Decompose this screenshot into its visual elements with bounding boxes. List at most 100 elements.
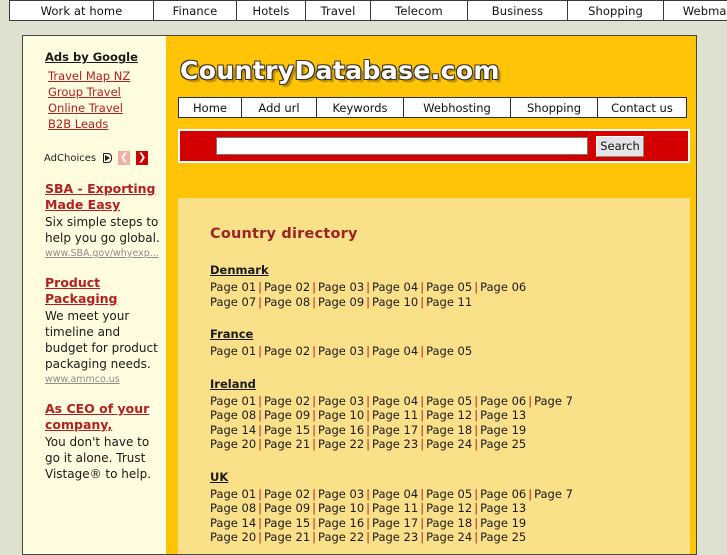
- page-link[interactable]: Page 15: [264, 516, 310, 530]
- page-link[interactable]: Page 12: [426, 408, 472, 422]
- page-link[interactable]: Page 21: [264, 437, 310, 451]
- page-link[interactable]: Page 02: [264, 344, 310, 358]
- page-link[interactable]: Page 13: [480, 408, 526, 422]
- page-link[interactable]: Page 13: [480, 501, 526, 515]
- nav-item-contact-us[interactable]: Contact us: [597, 97, 687, 118]
- site-logo[interactable]: CountryDatabase.com: [180, 56, 696, 85]
- page-link[interactable]: Page 25: [480, 437, 526, 451]
- category-tab-webmaster[interactable]: Webmaster: [663, 0, 727, 21]
- page-link[interactable]: Page 11: [372, 501, 418, 515]
- page-link[interactable]: Page 07: [210, 295, 256, 309]
- page-link[interactable]: Page 09: [318, 295, 364, 309]
- page-link[interactable]: Page 20: [210, 437, 256, 451]
- page-link[interactable]: Page 08: [264, 295, 310, 309]
- ad-link-3[interactable]: Online Travel: [48, 101, 160, 116]
- country-name-link[interactable]: Ireland: [210, 377, 256, 391]
- page-link[interactable]: Page 06: [480, 280, 526, 294]
- page-link[interactable]: Page 23: [372, 530, 418, 544]
- page-link[interactable]: Page 01: [210, 394, 256, 408]
- country-name-link[interactable]: UK: [210, 470, 228, 484]
- nav-item-webhosting[interactable]: Webhosting: [403, 97, 511, 118]
- adchoices-triangle-icon[interactable]: [103, 153, 113, 163]
- page-link[interactable]: Page 05: [426, 394, 472, 408]
- page-link[interactable]: Page 24: [426, 437, 472, 451]
- page-link[interactable]: Page 04: [372, 394, 418, 408]
- page-link[interactable]: Page 11: [372, 408, 418, 422]
- page-link[interactable]: Page 06: [480, 487, 526, 501]
- page-link[interactable]: Page 02: [264, 280, 310, 294]
- page-link[interactable]: Page 01: [210, 344, 256, 358]
- sidebar-ad-title[interactable]: SBA - Exporting Made Easy: [45, 181, 163, 213]
- page-link[interactable]: Page 06: [480, 394, 526, 408]
- page-link[interactable]: Page 18: [426, 423, 472, 437]
- sidebar-ad-url[interactable]: www.ammco.us: [45, 374, 163, 385]
- page-link[interactable]: Page 11: [426, 295, 472, 309]
- sidebar-ad-title[interactable]: As CEO of your company,: [45, 401, 163, 433]
- page-link[interactable]: Page 23: [372, 437, 418, 451]
- sidebar-ad-title[interactable]: Product Packaging: [45, 275, 163, 307]
- category-tab-travel[interactable]: Travel: [305, 0, 371, 21]
- page-link[interactable]: Page 02: [264, 487, 310, 501]
- page-link[interactable]: Page 03: [318, 280, 364, 294]
- country-name-link[interactable]: France: [210, 327, 253, 341]
- page-link[interactable]: Page 24: [426, 530, 472, 544]
- page-link[interactable]: Page 17: [372, 423, 418, 437]
- ad-link-4[interactable]: B2B Leads: [48, 117, 160, 132]
- page-link[interactable]: Page 22: [318, 530, 364, 544]
- page-link[interactable]: Page 19: [480, 423, 526, 437]
- page-link[interactable]: Page 05: [426, 344, 472, 358]
- page-link[interactable]: Page 7: [534, 394, 573, 408]
- category-tab-finance[interactable]: Finance: [153, 0, 237, 21]
- page-link[interactable]: Page 12: [426, 501, 472, 515]
- ad-next-button[interactable]: ❯: [136, 151, 149, 165]
- category-tab-business[interactable]: Business: [467, 0, 568, 21]
- category-tab-work-at-home[interactable]: Work at home: [9, 0, 154, 21]
- page-link[interactable]: Page 03: [318, 344, 364, 358]
- nav-item-keywords[interactable]: Keywords: [316, 97, 404, 118]
- page-link[interactable]: Page 14: [210, 516, 256, 530]
- ad-prev-button[interactable]: ❮: [118, 151, 131, 165]
- category-tab-telecom[interactable]: Telecom: [370, 0, 468, 21]
- page-link[interactable]: Page 03: [318, 394, 364, 408]
- ad-link-2[interactable]: Group Travel: [48, 85, 160, 100]
- page-link[interactable]: Page 10: [318, 408, 364, 422]
- page-link[interactable]: Page 10: [372, 295, 418, 309]
- page-link[interactable]: Page 04: [372, 487, 418, 501]
- country-name-link[interactable]: Denmark: [210, 263, 269, 277]
- page-link[interactable]: Page 7: [534, 487, 573, 501]
- category-tab-hotels[interactable]: Hotels: [236, 0, 306, 21]
- sidebar-ad-url[interactable]: www.SBA.gov/whyexp...: [45, 248, 163, 259]
- page-link[interactable]: Page 05: [426, 487, 472, 501]
- ads-by-google-label[interactable]: Ads by Google: [45, 50, 138, 64]
- page-link[interactable]: Page 04: [372, 280, 418, 294]
- page-link[interactable]: Page 03: [318, 487, 364, 501]
- page-link[interactable]: Page 04: [372, 344, 418, 358]
- page-link[interactable]: Page 22: [318, 437, 364, 451]
- page-link[interactable]: Page 09: [264, 408, 310, 422]
- page-link[interactable]: Page 19: [480, 516, 526, 530]
- page-link[interactable]: Page 25: [480, 530, 526, 544]
- page-link[interactable]: Page 20: [210, 530, 256, 544]
- search-button[interactable]: Search: [596, 135, 644, 157]
- page-link[interactable]: Page 08: [210, 501, 256, 515]
- page-link[interactable]: Page 15: [264, 423, 310, 437]
- page-link[interactable]: Page 08: [210, 408, 256, 422]
- page-link[interactable]: Page 14: [210, 423, 256, 437]
- page-link[interactable]: Page 05: [426, 280, 472, 294]
- page-link[interactable]: Page 17: [372, 516, 418, 530]
- page-link[interactable]: Page 16: [318, 516, 364, 530]
- page-link[interactable]: Page 18: [426, 516, 472, 530]
- nav-item-add-url[interactable]: Add url: [241, 97, 317, 118]
- page-link[interactable]: Page 01: [210, 487, 256, 501]
- search-input[interactable]: [216, 137, 588, 155]
- page-link[interactable]: Page 16: [318, 423, 364, 437]
- ad-link-1[interactable]: Travel Map NZ: [48, 69, 160, 84]
- nav-item-home[interactable]: Home: [178, 97, 242, 118]
- page-link[interactable]: Page 10: [318, 501, 364, 515]
- nav-item-shopping[interactable]: Shopping: [510, 97, 598, 118]
- category-tab-shopping[interactable]: Shopping: [567, 0, 664, 21]
- page-link[interactable]: Page 02: [264, 394, 310, 408]
- page-link[interactable]: Page 09: [264, 501, 310, 515]
- page-link[interactable]: Page 01: [210, 280, 256, 294]
- page-link[interactable]: Page 21: [264, 530, 310, 544]
